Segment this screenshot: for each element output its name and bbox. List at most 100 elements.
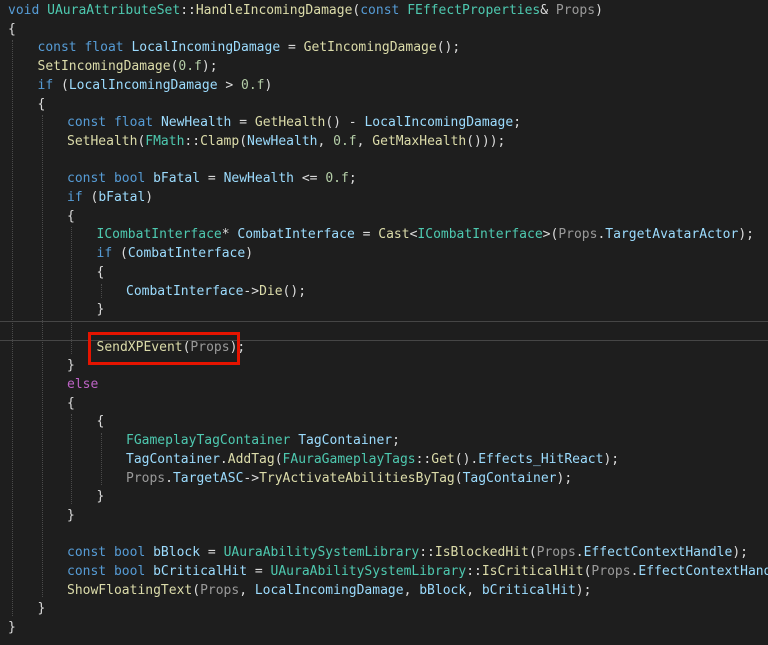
code-line: TagContainer.AddTag(FAuraGameplayTags::G… xyxy=(126,450,619,469)
code-token: . xyxy=(165,470,173,486)
code-line: Props.TargetASC->TryActivateAbilitiesByT… xyxy=(126,469,572,488)
code-token: -> xyxy=(243,283,260,299)
code-token: Props xyxy=(558,227,598,243)
code-token: Effects_HitReact xyxy=(478,451,604,467)
code-line: } xyxy=(38,599,46,618)
code-token: ; xyxy=(513,115,522,131)
code-token: } xyxy=(37,601,46,617)
code-token: (); xyxy=(282,283,307,299)
code-token: ) xyxy=(145,190,154,205)
code-token: , xyxy=(466,582,482,598)
code-token: TagContainer xyxy=(298,433,393,449)
code-line: { xyxy=(67,394,75,413)
code-token: ); xyxy=(732,545,748,561)
code-token: TryActivateAbilitiesByTag xyxy=(259,470,455,486)
code-token: = xyxy=(354,227,379,243)
code-token: UAuraAbilitySystemLibrary xyxy=(270,564,467,579)
code-token: } xyxy=(96,489,105,505)
code-token: :: xyxy=(180,3,196,18)
code-token: EffectContextHandle xyxy=(583,545,733,561)
code-line: } xyxy=(8,618,16,637)
code-token: else xyxy=(67,377,99,392)
code-line: if (LocalIncomingDamage > 0.f) xyxy=(38,76,273,95)
code-token: const xyxy=(360,3,400,18)
code-token: Die xyxy=(259,283,283,299)
code-token: const xyxy=(67,564,107,579)
code-token: :: xyxy=(466,564,482,579)
code-token: ) xyxy=(264,77,273,93)
code-token: HandleIncomingDamage xyxy=(195,3,353,18)
indent-guide xyxy=(41,115,43,598)
code-token: EffectContextHandle xyxy=(638,564,768,579)
code-token: > xyxy=(217,77,242,93)
code-token: { xyxy=(37,96,46,112)
code-editor[interactable]: void UAuraAttributeSet::HandleIncomingDa… xyxy=(0,0,768,645)
code-token: 0.f xyxy=(241,77,265,93)
code-token: float xyxy=(84,40,124,56)
code-token: = xyxy=(280,40,304,56)
code-token: bCriticalHit xyxy=(153,564,248,579)
code-line: const bool bBlock = UAuraAbilitySystemLi… xyxy=(67,543,748,562)
code-token: :: xyxy=(415,451,432,467)
code-token: IsCriticalHit xyxy=(481,564,584,579)
code-token: * xyxy=(221,227,238,243)
code-token: const xyxy=(67,171,107,187)
code-token: = xyxy=(231,115,255,131)
code-line: const bool bFatal = NewHealth <= 0.f; xyxy=(67,169,357,188)
code-token: <= xyxy=(294,171,326,187)
code-token: bBlock xyxy=(419,582,467,598)
code-token: ); xyxy=(603,451,620,467)
code-token: ( xyxy=(454,470,463,486)
code-token: ICombatInterface xyxy=(96,227,222,243)
code-token: NewHealth xyxy=(160,115,232,131)
code-token: Get xyxy=(431,451,455,467)
code-line: { xyxy=(97,412,105,431)
code-line: const float LocalIncomingDamage = GetInc… xyxy=(38,38,461,57)
code-token: { xyxy=(96,414,105,430)
code-token: if xyxy=(96,246,113,262)
code-token: TagContainer xyxy=(126,451,220,467)
code-token: Props xyxy=(555,3,596,18)
code-token: :: xyxy=(184,133,201,149)
code-token: CombatInterface xyxy=(237,227,355,243)
code-token: GetIncomingDamage xyxy=(303,40,437,56)
indent-guide xyxy=(100,283,102,299)
code-token: ())); xyxy=(466,133,506,149)
code-token: const xyxy=(67,545,107,561)
code-token: 0.f xyxy=(333,133,357,149)
code-token: ( xyxy=(192,582,201,598)
code-token: FAuraGameplayTags xyxy=(282,451,416,467)
code-token: ( xyxy=(239,133,248,149)
code-token: } xyxy=(67,507,75,523)
code-token: AddTag xyxy=(227,451,275,467)
code-line: SetHealth(FMath::Clamp(NewHealth, 0.f, G… xyxy=(67,132,505,151)
code-token: LocalIncomingDamage xyxy=(131,40,281,56)
code-token: 0.f xyxy=(325,171,349,187)
code-token: SetHealth xyxy=(67,133,138,149)
code-line: { xyxy=(67,207,75,226)
code-token: , xyxy=(356,133,373,149)
code-token: -> xyxy=(243,470,260,486)
code-token: const xyxy=(67,115,107,131)
code-token: { xyxy=(67,208,75,224)
code-token: ( xyxy=(53,77,69,93)
code-token: float xyxy=(113,115,154,131)
code-token: FEffectProperties xyxy=(407,3,541,18)
code-token: ) xyxy=(245,246,254,262)
code-token: = xyxy=(247,564,271,579)
code-token: ( xyxy=(528,545,537,561)
code-token: } xyxy=(67,358,75,374)
code-token: LocalIncomingDamage xyxy=(254,582,404,598)
code-token: LocalIncomingDamage xyxy=(68,77,218,93)
code-token: ICombatInterface xyxy=(417,227,543,243)
code-line: } xyxy=(67,506,75,525)
code-token: TargetASC xyxy=(172,470,244,486)
code-token: FGameplayTagContainer xyxy=(126,433,291,449)
code-line: else xyxy=(67,375,98,394)
code-token: ; xyxy=(392,433,400,449)
code-token: 0.f xyxy=(178,59,202,75)
code-token: const xyxy=(37,40,77,56)
